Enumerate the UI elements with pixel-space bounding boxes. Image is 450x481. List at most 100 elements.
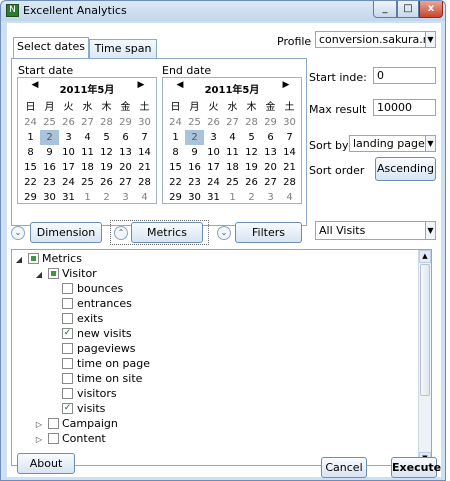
calendar-day[interactable]: 26 <box>242 175 261 190</box>
checkbox-icon[interactable] <box>62 342 73 354</box>
tree-item[interactable]: pageviews <box>62 341 136 356</box>
tree-item[interactable]: exits <box>62 311 103 326</box>
tree-scrollbar[interactable]: ▲ ▼ <box>418 250 431 465</box>
maximize-button[interactable]: □ <box>397 1 419 18</box>
calendar-day[interactable]: 2 <box>242 190 261 205</box>
start-date-calendar[interactable]: ◀ 2011年5月 ▶ 日月火水木金土 24 25 26 27 28 29 30 1 2 3 4 5 6 7… <box>17 77 157 204</box>
sort-order-button[interactable]: Ascending <box>375 157 436 181</box>
partial-checkbox-icon[interactable] <box>47 267 59 279</box>
calendar-day[interactable]: 29 <box>166 190 185 205</box>
checkbox-icon[interactable] <box>62 282 73 294</box>
calendar-day[interactable]: 12 <box>242 145 261 160</box>
calendar-day[interactable]: 25 <box>40 115 59 130</box>
chevron-down-icon[interactable]: ▼ <box>425 32 435 47</box>
calendar-day[interactable]: 5 <box>242 130 261 145</box>
calendar-day[interactable]: 18 <box>78 160 97 175</box>
tree-item[interactable]: ✓ visits <box>62 401 105 416</box>
partial-checkbox-icon[interactable] <box>27 252 39 264</box>
calendar-day[interactable]: 4 <box>280 190 299 205</box>
calendar-day[interactable]: 4 <box>78 130 97 145</box>
calendar-day[interactable]: 24 <box>204 175 223 190</box>
calendar-day[interactable]: 12 <box>97 145 116 160</box>
tree-item[interactable]: visitors <box>62 386 117 401</box>
calendar-day[interactable]: 6 <box>261 130 280 145</box>
calendar-day[interactable]: 23 <box>40 175 59 190</box>
calendar-day[interactable]: 24 <box>21 115 40 130</box>
chevron-down-icon[interactable]: ▼ <box>425 222 435 239</box>
calendar-day[interactable]: 27 <box>261 175 280 190</box>
calendar-day[interactable]: 8 <box>21 145 40 160</box>
calendar-day[interactable]: 30 <box>135 115 154 130</box>
calendar-day[interactable]: 2 <box>97 190 116 205</box>
execute-button[interactable]: Execute <box>391 457 441 478</box>
calendar-day[interactable]: 18 <box>223 160 242 175</box>
calendar-day[interactable]: 29 <box>116 115 135 130</box>
calendar-day[interactable]: 10 <box>204 145 223 160</box>
tree-item[interactable]: bounces <box>62 281 123 296</box>
tab-time-span[interactable]: Time span <box>89 39 157 58</box>
calendar-day[interactable]: 27 <box>78 115 97 130</box>
calendar-day[interactable]: 3 <box>116 190 135 205</box>
calendar-day[interactable]: 11 <box>78 145 97 160</box>
collapse-metrics-icon[interactable]: ⌃ <box>114 226 128 240</box>
calendar-day[interactable]: 11 <box>223 145 242 160</box>
chevron-down-icon[interactable]: ▼ <box>425 136 435 151</box>
tree-item[interactable]: time on site <box>62 371 142 386</box>
calendar-day[interactable]: 1 <box>21 130 40 145</box>
calendar-day[interactable]: 6 <box>116 130 135 145</box>
start-index-input[interactable]: 0 <box>373 67 436 84</box>
calendar-day[interactable]: 24 <box>59 175 78 190</box>
metrics-tree[interactable]: ◢ Metrics ◢ Visitor bounces entrances exit… <box>11 249 432 466</box>
calendar-day[interactable]: 14 <box>280 145 299 160</box>
close-button[interactable]: x <box>419 1 443 18</box>
calendar-day[interactable]: 8 <box>166 145 185 160</box>
calendar-day[interactable]: 26 <box>97 175 116 190</box>
collapsed-arrow-icon[interactable]: ▷ <box>34 417 44 432</box>
calendar-day[interactable]: 26 <box>204 115 223 130</box>
calendar-day[interactable]: 15 <box>166 160 185 175</box>
expanded-arrow-icon[interactable]: ◢ <box>14 252 24 267</box>
expanded-arrow-icon[interactable]: ◢ <box>34 267 44 282</box>
calendar-day[interactable]: 25 <box>223 175 242 190</box>
profile-dropdown[interactable]: conversion.sakura.ne.jp ▼ <box>315 31 436 48</box>
calendar-day[interactable]: 13 <box>116 145 135 160</box>
end-date-calendar[interactable]: ◀ 2011年5月 ▶ 日月火水木金土 24 25 26 27 28 29 30 1 2 3 4 5 6 7… <box>162 77 302 204</box>
calendar-day[interactable]: 5 <box>97 130 116 145</box>
tree-group-content[interactable]: ▷ Content <box>34 431 106 446</box>
checkbox-icon[interactable] <box>62 312 73 324</box>
calendar-day[interactable]: 30 <box>185 190 204 205</box>
calendar-day[interactable]: 16 <box>40 160 59 175</box>
tree-item[interactable]: time on page <box>62 356 150 371</box>
checkbox-icon[interactable] <box>62 387 73 399</box>
calendar-day[interactable]: 1 <box>223 190 242 205</box>
cancel-button[interactable]: Cancel <box>321 457 367 478</box>
checkbox-icon[interactable] <box>62 297 73 309</box>
expand-filters-icon[interactable]: ⌄ <box>217 226 231 240</box>
calendar-day[interactable]: 22 <box>166 175 185 190</box>
calendar-day[interactable]: 15 <box>21 160 40 175</box>
filters-button[interactable]: Filters <box>235 222 302 243</box>
calendar-day[interactable]: 31 <box>59 190 78 205</box>
calendar-day[interactable]: 1 <box>78 190 97 205</box>
calendar-day[interactable]: 24 <box>166 115 185 130</box>
calendar-day[interactable]: 30 <box>40 190 59 205</box>
scroll-up-icon[interactable]: ▲ <box>419 250 431 263</box>
calendar-day[interactable]: 20 <box>116 160 135 175</box>
calendar-day[interactable]: 26 <box>59 115 78 130</box>
calendar-day[interactable]: 19 <box>97 160 116 175</box>
next-month-arrow-icon[interactable]: ▶ <box>279 80 293 90</box>
calendar-day[interactable]: 10 <box>59 145 78 160</box>
calendar-day[interactable]: 3 <box>59 130 78 145</box>
tree-item[interactable]: entrances <box>62 296 132 311</box>
max-result-input[interactable]: 10000 <box>373 99 436 116</box>
scroll-thumb[interactable] <box>420 264 430 396</box>
checked-checkbox-icon[interactable]: ✓ <box>62 402 73 414</box>
calendar-day[interactable]: 9 <box>40 145 59 160</box>
about-button[interactable]: About <box>17 453 75 474</box>
calendar-day[interactable]: 25 <box>78 175 97 190</box>
calendar-day[interactable]: 27 <box>223 115 242 130</box>
calendar-day[interactable]: 22 <box>21 175 40 190</box>
metrics-button[interactable]: Metrics <box>131 222 203 243</box>
next-month-arrow-icon[interactable]: ▶ <box>134 80 148 90</box>
title-bar[interactable]: N Excellent Analytics _ □ x <box>1 1 445 21</box>
